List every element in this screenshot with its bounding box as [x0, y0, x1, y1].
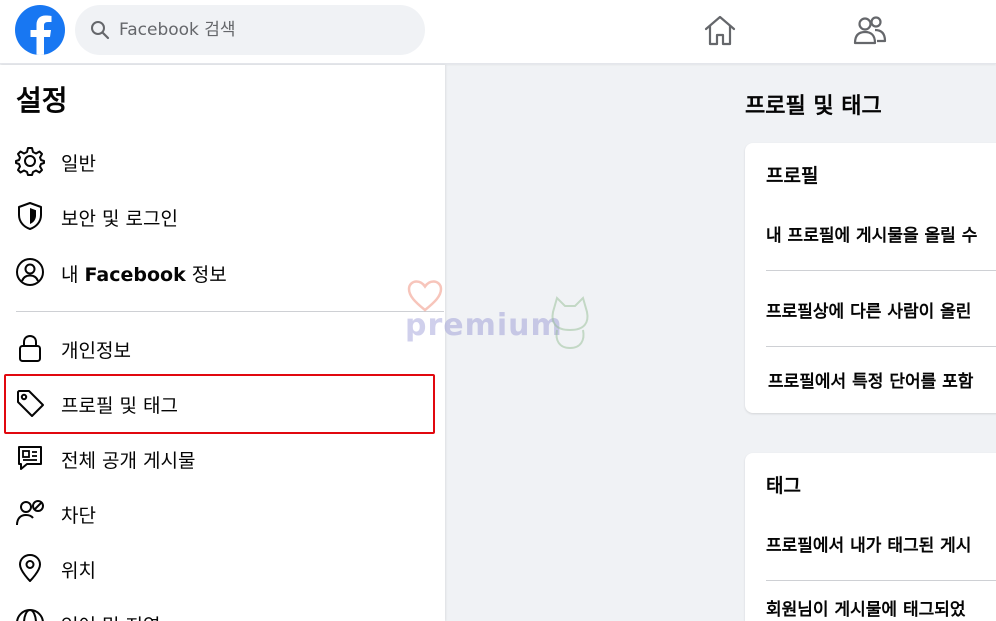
- sidebar-item-label: 전체 공개 게시물: [61, 450, 196, 472]
- top-navigation-bar: [0, 0, 996, 64]
- sidebar-item-general[interactable]: 일반: [0, 134, 445, 188]
- profile-settings-card: 프로필 내 프로필에 게시물을 올릴 수 프로필상에 다른 사람이 올린 프로필…: [745, 143, 996, 413]
- globe-icon: [16, 609, 44, 621]
- tag-row-tag-review[interactable]: 회원님이 게시물에 태그되었: [766, 595, 996, 620]
- row-divider: [766, 270, 996, 271]
- search-input[interactable]: [119, 5, 409, 55]
- user-circle-icon: [16, 258, 44, 286]
- sidebar-item-label: 개인정보: [61, 340, 131, 362]
- label-prefix: 내: [61, 264, 85, 286]
- lock-icon: [19, 334, 41, 362]
- shield-icon: [18, 202, 42, 230]
- sidebar-item-label: 내 Facebook 정보: [61, 260, 227, 287]
- sidebar-item-privacy[interactable]: 개인정보: [0, 321, 445, 375]
- public-post-icon: [18, 446, 42, 470]
- settings-sidebar: 설정 일반 보안 및 로그인 내 Facebook 정보 개인정보 프로필 및 …: [0, 65, 445, 621]
- tag-row-tagged-posts[interactable]: 프로필에서 내가 태그된 게시: [766, 531, 996, 556]
- sidebar-item-label: 일반: [61, 153, 96, 175]
- selection-highlight: [4, 374, 435, 434]
- sidebar-item-label: 보안 및 로그인: [61, 208, 178, 230]
- gear-icon: [15, 147, 45, 176]
- search-box[interactable]: [75, 5, 425, 55]
- sidebar-divider: [16, 311, 444, 312]
- card-title: 태그: [766, 475, 801, 497]
- profile-row-others-posts[interactable]: 프로필상에 다른 사람이 올린: [766, 297, 996, 322]
- facebook-logo-icon[interactable]: [15, 5, 65, 55]
- sidebar-item-your-facebook-info[interactable]: 내 Facebook 정보: [0, 245, 445, 299]
- sidebar-item-blocking[interactable]: 차단: [0, 486, 445, 540]
- label-suffix: 정보: [185, 264, 227, 286]
- profile-row-hide-words[interactable]: 프로필에서 특정 단어를 포함: [768, 367, 996, 392]
- sidebar-item-public-posts[interactable]: 전체 공개 게시물: [0, 431, 445, 485]
- friends-icon[interactable]: [850, 12, 890, 50]
- row-divider: [766, 346, 996, 347]
- sidebar-item-label: 차단: [61, 505, 96, 527]
- card-title: 프로필: [766, 165, 819, 187]
- profile-row-posting[interactable]: 내 프로필에 게시물을 올릴 수: [766, 221, 996, 246]
- sidebar-title: 설정: [16, 84, 68, 117]
- sidebar-item-security-login[interactable]: 보안 및 로그인: [0, 189, 445, 243]
- sidebar-item-location[interactable]: 위치: [0, 541, 445, 595]
- location-pin-icon: [19, 554, 41, 582]
- sidebar-item-label: 위치: [61, 560, 96, 582]
- sidebar-item-label: 언어 및 지역: [61, 611, 160, 621]
- page-title: 프로필 및 태그: [745, 94, 882, 119]
- tagging-settings-card: 태그 프로필에서 내가 태그된 게시 회원님이 게시물에 태그되었: [745, 453, 996, 621]
- cat-icon: [551, 296, 589, 350]
- block-user-icon: [16, 500, 44, 526]
- home-icon[interactable]: [700, 12, 740, 50]
- row-divider: [766, 580, 996, 581]
- search-icon: [91, 21, 110, 40]
- sidebar-item-language-region[interactable]: 언어 및 지역: [0, 596, 445, 621]
- label-facebook: Facebook: [84, 264, 186, 286]
